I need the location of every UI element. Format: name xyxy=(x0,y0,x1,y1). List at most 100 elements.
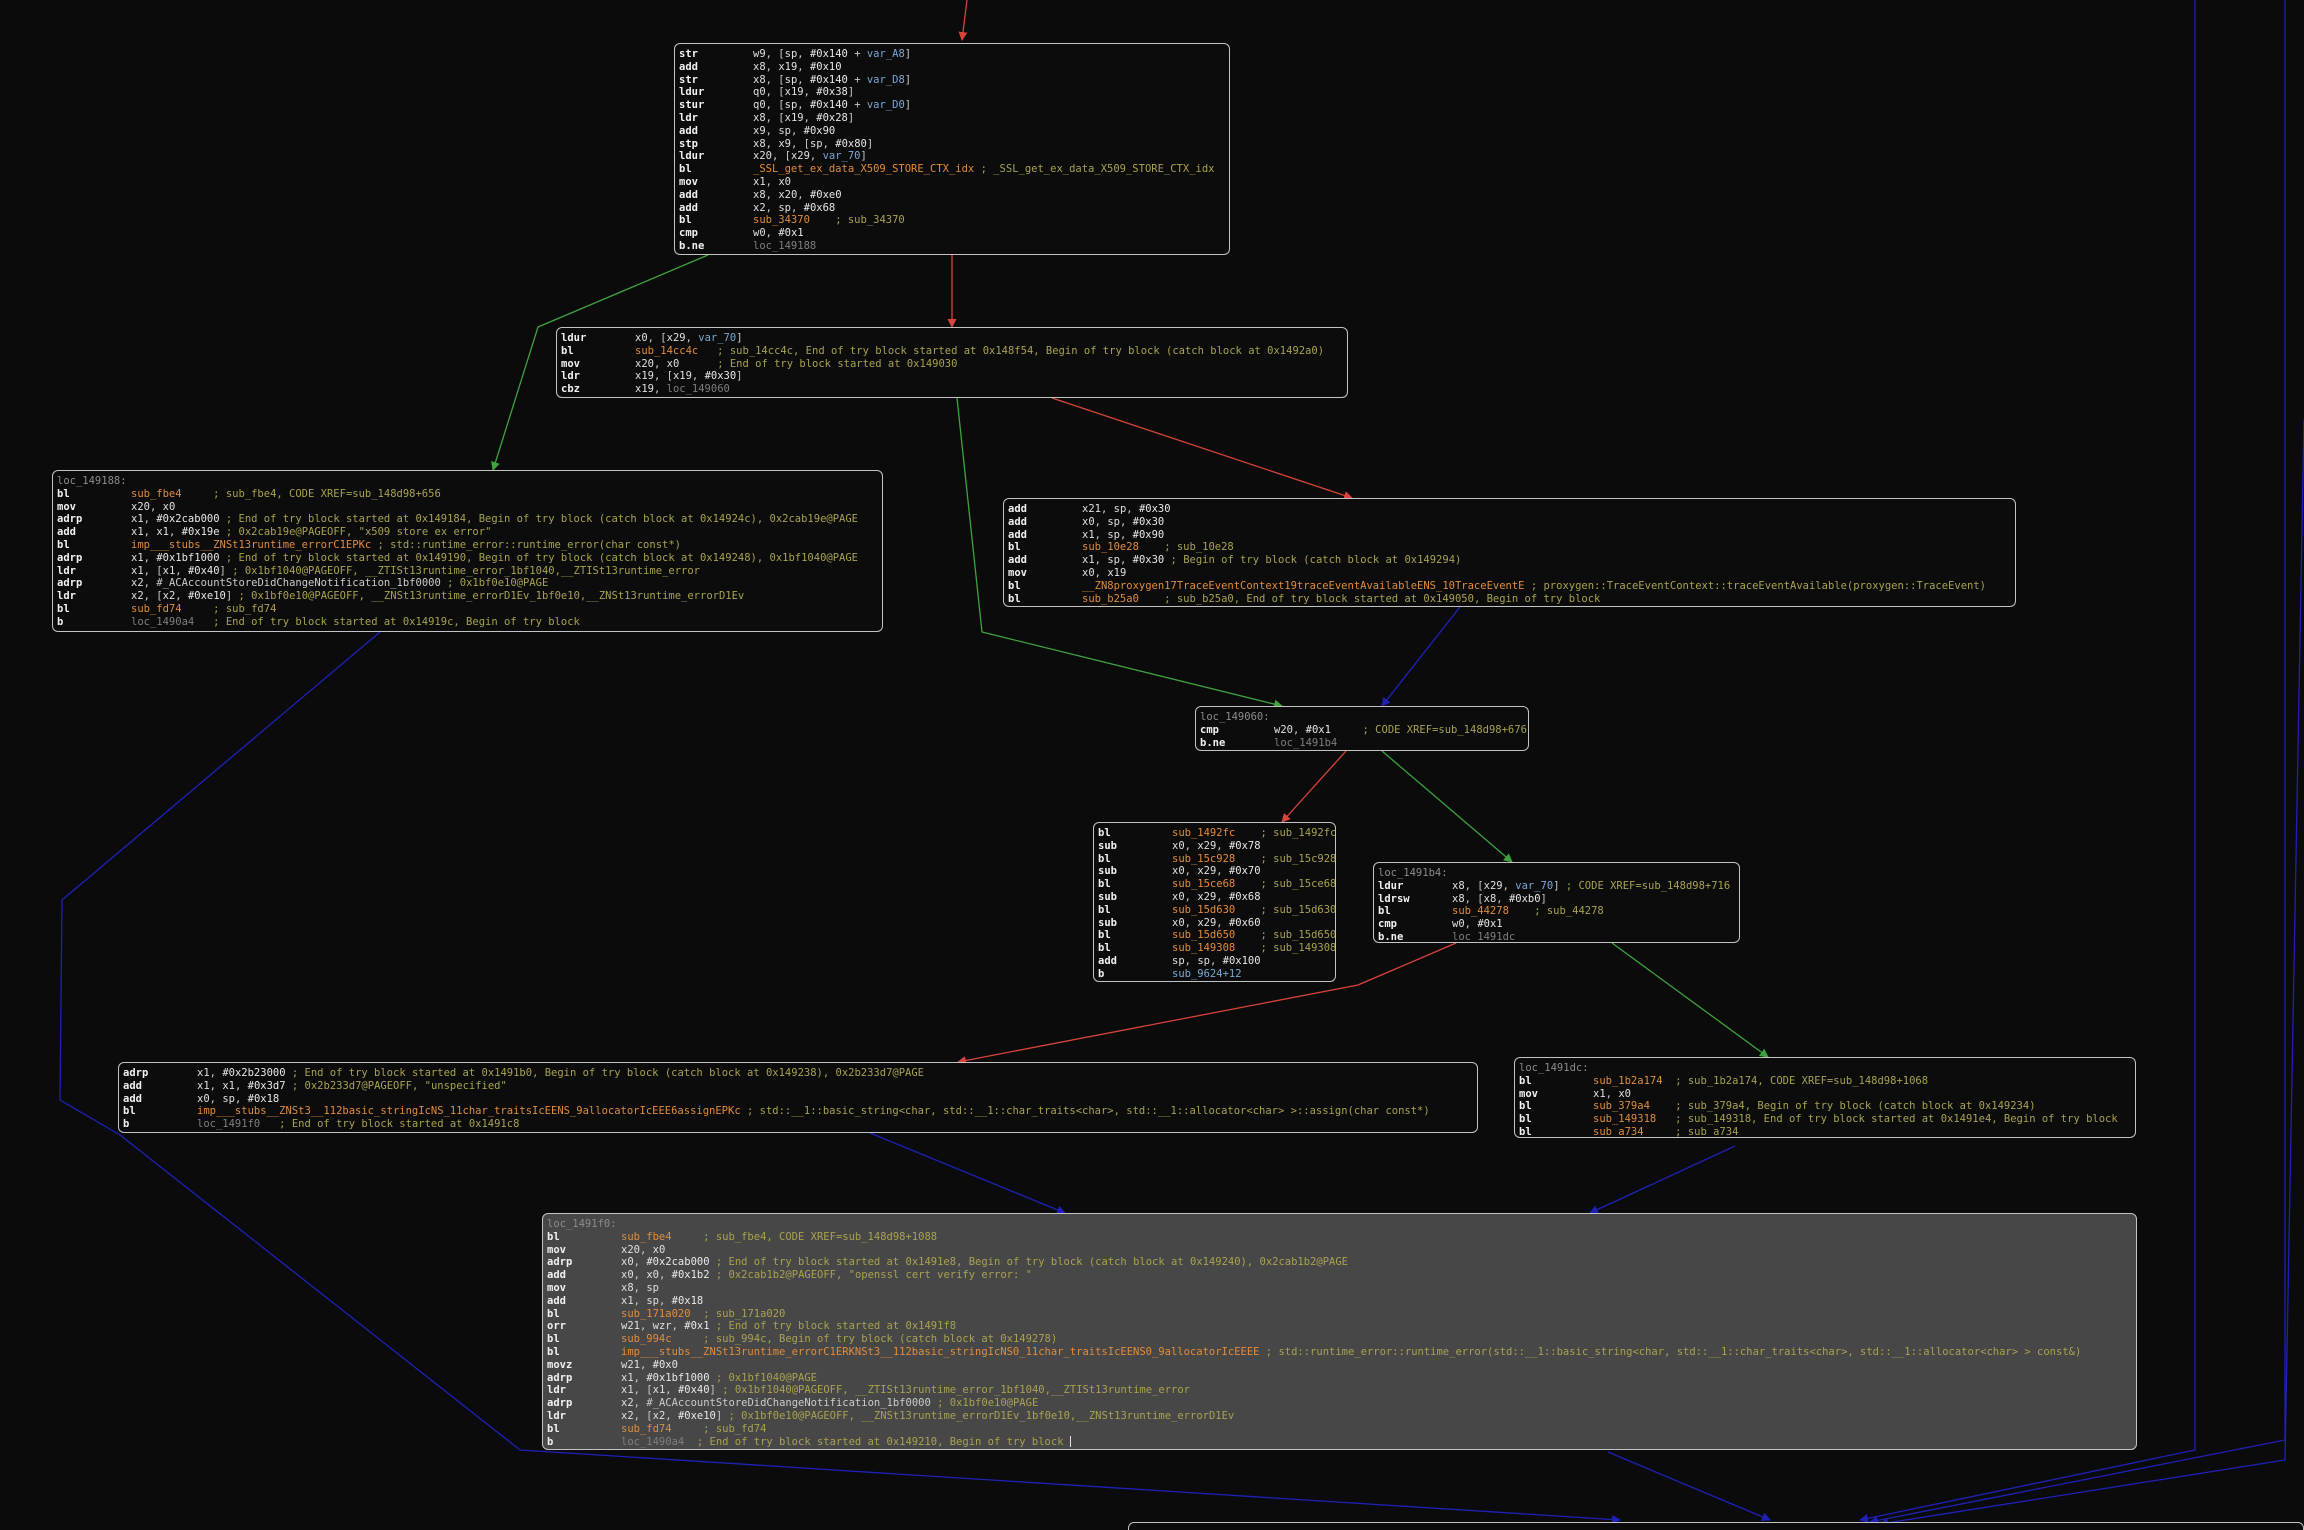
asm-line[interactable]: ldr x1, [x1, #0x40] ; 0x1bf1040@PAGEOFF, … xyxy=(57,565,878,578)
label-ref[interactable]: loc_1490a4 xyxy=(131,616,194,628)
symbol-ref[interactable]: sub_15ce68 xyxy=(1172,878,1235,890)
asm-line[interactable]: b loc_1490a4 ; End of try block started a… xyxy=(547,1436,2132,1449)
asm-line[interactable]: adrp x0, #0x2cab000 ; End of try block st… xyxy=(547,1256,2132,1269)
asm-line[interactable]: ldur x20, [x29, var_70] xyxy=(679,150,1225,163)
variable-ref[interactable]: var_70 xyxy=(1515,880,1553,892)
asm-line[interactable]: str w9, [sp, #0x140 + var_A8] xyxy=(679,48,1225,61)
asm-line[interactable]: bl sub_15d650 ; sub_15d650 xyxy=(1098,929,1335,942)
asm-line[interactable]: bl sub_15c928 ; sub_15c928 xyxy=(1098,853,1335,866)
block-label[interactable]: loc_1491f0: xyxy=(547,1218,617,1231)
asm-line[interactable]: add x21, sp, #0x30 xyxy=(1008,503,2011,516)
asm-line[interactable]: add x1, x1, #0x19e ; 0x2cab19e@PAGEOFF, "… xyxy=(57,526,878,539)
symbol-ref[interactable]: sub_379a4 xyxy=(1593,1100,1650,1112)
asm-line[interactable]: bl imp___stubs__ZNSt3__112basic_stringIcN… xyxy=(123,1105,1473,1118)
asm-line[interactable]: mov x1, x0 xyxy=(1519,1088,2131,1101)
block-loc-149188[interactable]: loc_149188: bl sub_fbe4 ; sub_fbe4, CODE X… xyxy=(52,470,883,632)
asm-line[interactable]: bl sub_34370 ; sub_34370 xyxy=(679,214,1225,227)
asm-line[interactable]: ldrsw x8, [x8, #0xb0] xyxy=(1378,893,1735,906)
asm-line[interactable]: ldr x2, [x2, #0xe10] ; 0x1bf0e10@PAGEOFF,… xyxy=(57,590,878,603)
asm-line[interactable]: bl sub_fbe4 ; sub_fbe4, CODE XREF=sub_148… xyxy=(57,488,878,501)
asm-line[interactable]: movz w21, #0x0 xyxy=(547,1359,2132,1372)
label-ref[interactable]: loc_1491b4 xyxy=(1274,737,1337,749)
symbol-ref[interactable]: sub_b25a0 xyxy=(1082,593,1139,605)
asm-line[interactable]: add sp, sp, #0x100 xyxy=(1098,955,1331,968)
symbol-ref[interactable]: __ZN8proxygen17TraceEventContext19traceE… xyxy=(1082,580,1525,592)
asm-line[interactable]: ldr x8, [x19, #0x28] xyxy=(679,112,1225,125)
asm-line[interactable]: stur q0, [sp, #0x140 + var_D0] xyxy=(679,99,1225,112)
asm-line[interactable]: add x9, sp, #0x90 xyxy=(679,125,1225,138)
symbol-ref[interactable]: sub_fbe4 xyxy=(621,1231,672,1243)
symbol-ref[interactable]: sub_149318 xyxy=(1593,1113,1656,1125)
asm-line[interactable]: bl sub_fbe4 ; sub_fbe4, CODE XREF=sub_148… xyxy=(547,1231,2132,1244)
asm-line[interactable]: b loc_1491f0 ; End of try block started a… xyxy=(123,1118,1473,1131)
asm-line[interactable]: adrp x1, #0x2b23000 ; End of try block st… xyxy=(123,1067,1473,1080)
asm-line[interactable]: bl sub_b25a0 ; sub_b25a0, End of try bloc… xyxy=(1008,593,2011,606)
block-try-14cc4c[interactable]: ldur x0, [x29, var_70] bl sub_14cc4c ; sub_… xyxy=(556,327,1348,398)
block-label[interactable]: loc_149060: xyxy=(1200,711,1270,724)
asm-line[interactable]: cmp w0, #0x1 xyxy=(679,227,1225,240)
symbol-ref[interactable]: sub_fbe4 xyxy=(131,488,182,500)
asm-line[interactable]: bl sub_149318 ; sub_149318, End of try bl… xyxy=(1519,1113,2131,1126)
symbol-ref[interactable]: sub_fd74 xyxy=(621,1423,672,1435)
block-assign-string[interactable]: adrp x1, #0x2b23000 ; End of try block st… xyxy=(118,1062,1478,1133)
asm-line[interactable]: sub x0, x29, #0x70 xyxy=(1098,865,1331,878)
variable-ref[interactable]: sub_9624+12 xyxy=(1172,968,1242,980)
asm-line[interactable]: add x1, x1, #0x3d7 ; 0x2b233d7@PAGEOFF, "… xyxy=(123,1080,1473,1093)
asm-line[interactable]: bl sub_994c ; sub_994c, Begin of try bloc… xyxy=(547,1333,2132,1346)
asm-line[interactable]: ldr x1, [x1, #0x40] ; 0x1bf1040@PAGEOFF, … xyxy=(547,1384,2132,1397)
asm-line[interactable]: bl sub_1492fc ; sub_1492fc xyxy=(1098,827,1335,840)
asm-line[interactable]: b.ne loc_149188 xyxy=(679,240,1225,253)
asm-line[interactable]: bl sub_fd74 ; sub_fd74 xyxy=(547,1423,2132,1436)
asm-line[interactable]: bl sub_fd74 ; sub_fd74 xyxy=(57,603,878,616)
asm-line[interactable]: ldr x19, [x19, #0x30] xyxy=(561,370,1343,383)
asm-line[interactable]: stp x8, x9, [sp, #0x80] xyxy=(679,138,1225,151)
symbol-ref[interactable]: imp___stubs__ZNSt3__112basic_stringIcNS_… xyxy=(197,1105,741,1117)
asm-line[interactable]: bl sub_171a020 ; sub_171a020 xyxy=(547,1308,2132,1321)
asm-line[interactable]: bl sub_14cc4c ; sub_14cc4c, End of try bl… xyxy=(561,345,1343,358)
block-loc-1491dc[interactable]: loc_1491dc: bl sub_1b2a174 ; sub_1b2a174, … xyxy=(1514,1057,2136,1138)
symbol-ref[interactable]: sub_171a020 xyxy=(621,1308,691,1320)
asm-line[interactable]: adrp x1, #0x1bf1000 ; 0x1bf1040@PAGE xyxy=(547,1372,2132,1385)
asm-line[interactable]: add x1, sp, #0x30 ; Begin of try block (c… xyxy=(1008,554,2011,567)
symbol-ref[interactable]: imp___stubs__ZNSt13runtime_errorC1EPKc xyxy=(131,539,371,551)
asm-line[interactable]: sub x0, x29, #0x78 xyxy=(1098,840,1331,853)
symbol-ref[interactable]: _SSL_get_ex_data_X509_STORE_CTX_idx xyxy=(753,163,974,175)
asm-line[interactable]: adrp x1, #0x1bf1000 ; End of try block st… xyxy=(57,552,878,565)
block-loc-149060[interactable]: loc_149060: cmp w20, #0x1 ; CODE XREF=sub_… xyxy=(1195,706,1529,751)
label-ref[interactable]: loc_1490a4 xyxy=(621,1436,684,1448)
asm-line[interactable]: mov x0, x19 xyxy=(1008,567,2011,580)
asm-line[interactable]: mov x1, x0 xyxy=(679,176,1225,189)
asm-line[interactable]: add x0, x0, #0x1b2 ; 0x2cab1b2@PAGEOFF, "… xyxy=(547,1269,2132,1282)
asm-line[interactable]: adrp x1, #0x2cab000 ; End of try block st… xyxy=(57,513,878,526)
asm-line[interactable]: cbz x19, loc_149060 xyxy=(561,383,1343,396)
block-label[interactable]: loc_1491dc: xyxy=(1519,1062,1589,1075)
symbol-ref[interactable]: sub_34370 xyxy=(753,214,810,226)
asm-line[interactable]: mov x8, sp xyxy=(547,1282,2132,1295)
asm-line[interactable]: b.ne loc_1491b4 xyxy=(1200,737,1524,750)
asm-line[interactable]: bl imp___stubs__ZNSt13runtime_errorC1ERKN… xyxy=(547,1346,2132,1359)
asm-line[interactable]: add x8, x19, #0x10 xyxy=(679,61,1225,74)
block-trace-event[interactable]: add x21, sp, #0x30 add x0, sp, #0x30 add x1, … xyxy=(1003,498,2016,607)
asm-line[interactable]: bl _SSL_get_ex_data_X509_STORE_CTX_idx ; … xyxy=(679,163,1225,176)
asm-line[interactable]: ldur x0, [x29, var_70] xyxy=(561,332,1343,345)
variable-ref[interactable]: var_D8 xyxy=(867,74,905,86)
symbol-ref[interactable]: sub_14cc4c xyxy=(635,345,698,357)
variable-ref[interactable]: var_70 xyxy=(698,332,736,344)
asm-line[interactable]: bl sub_10e28 ; sub_10e28 xyxy=(1008,541,2011,554)
block-label[interactable]: loc_149188: xyxy=(57,475,127,488)
symbol-ref[interactable]: sub_1492fc xyxy=(1172,827,1235,839)
symbol-ref[interactable]: sub_fd74 xyxy=(131,603,182,615)
asm-line[interactable]: bl sub_15ce68 ; sub_15ce68 xyxy=(1098,878,1335,891)
asm-line[interactable]: mov x20, x0 ; End of try block started at… xyxy=(561,358,1343,371)
variable-ref[interactable]: var_D0 xyxy=(867,99,905,111)
symbol-ref[interactable]: sub_1b2a174 xyxy=(1593,1075,1663,1087)
asm-line[interactable]: adrp x2, #_ACAccountStoreDidChangeNotific… xyxy=(57,577,878,590)
asm-line[interactable]: b.ne loc_1491dc xyxy=(1378,931,1735,942)
symbol-ref[interactable]: sub_149308 xyxy=(1172,942,1235,954)
asm-line[interactable]: orr w21, wzr, #0x1 ; End of try block sta… xyxy=(547,1320,2132,1333)
asm-line[interactable]: ldur q0, [x19, #0x38] xyxy=(679,86,1225,99)
asm-line[interactable]: add x0, sp, #0x30 xyxy=(1008,516,2011,529)
asm-line[interactable]: sub x0, x29, #0x60 xyxy=(1098,917,1331,930)
variable-ref[interactable]: var_70 xyxy=(823,150,861,162)
label-ref[interactable]: loc_149188 xyxy=(753,240,816,252)
